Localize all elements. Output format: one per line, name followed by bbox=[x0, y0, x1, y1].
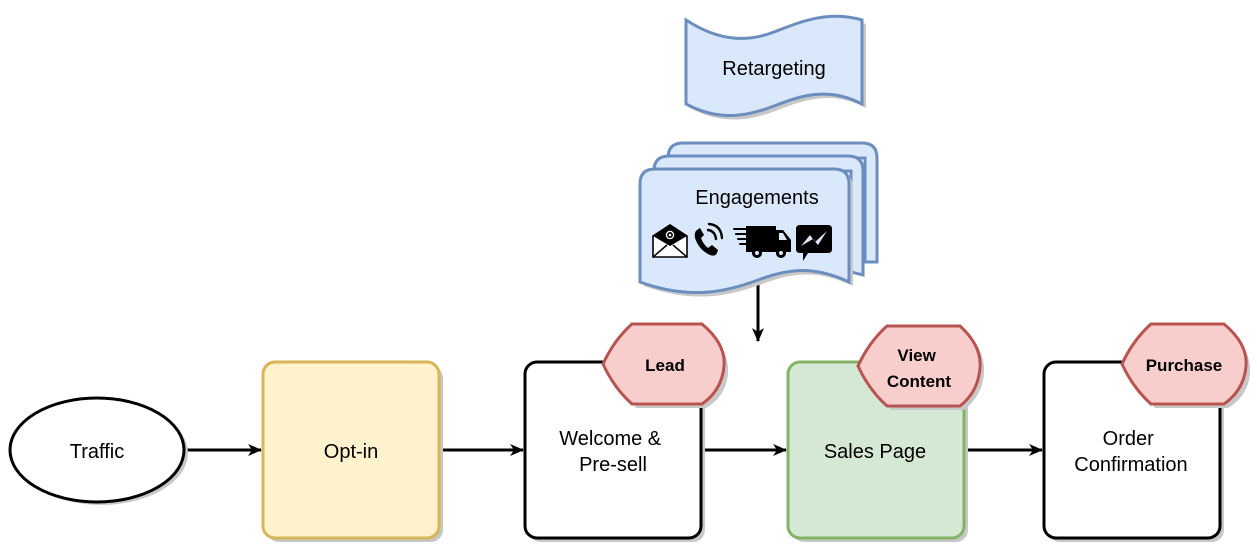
view-content-tag-line-1: View bbox=[897, 346, 936, 365]
node-optin[interactable]: Opt-in bbox=[261, 360, 443, 542]
lead-tag-label: Lead bbox=[645, 356, 685, 375]
node-retargeting[interactable]: Retargeting bbox=[684, 14, 866, 120]
tag-purchase[interactable]: Purchase bbox=[1120, 322, 1251, 408]
retargeting-label: Retargeting bbox=[722, 58, 825, 80]
welcome-label-line-1: Welcome & bbox=[559, 428, 662, 450]
engagements-label: Engagements bbox=[695, 187, 818, 209]
node-engagements[interactable]: Engagements bbox=[638, 141, 879, 297]
purchase-tag-label: Purchase bbox=[1146, 356, 1223, 375]
view-content-tag-line-2: Content bbox=[887, 372, 952, 391]
order-label-line-1: Order bbox=[1103, 428, 1154, 450]
traffic-label: Traffic bbox=[70, 441, 124, 463]
sales-label: Sales Page bbox=[824, 441, 926, 463]
view-content-tag-shape bbox=[856, 324, 982, 408]
node-traffic[interactable]: Traffic bbox=[8, 396, 188, 505]
order-label-line-2: Confirmation bbox=[1074, 454, 1187, 476]
funnel-diagram: Retargeting Engagements Traffic Opt-in W… bbox=[8, 14, 1251, 542]
tag-lead[interactable]: Lead bbox=[601, 322, 729, 408]
welcome-label-line-2: Pre-sell bbox=[579, 454, 647, 476]
tag-view-content[interactable]: View Content bbox=[856, 324, 985, 410]
optin-label: Opt-in bbox=[324, 441, 378, 463]
